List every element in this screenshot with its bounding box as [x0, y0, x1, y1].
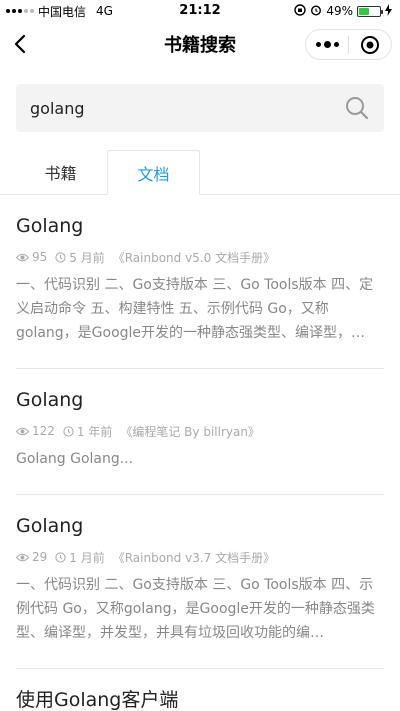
source-book: 《编程笔记 By billryan》: [120, 424, 260, 439]
views-count: 29: [32, 550, 48, 564]
time: 1 年前: [63, 423, 112, 440]
views-count: 95: [32, 250, 48, 264]
views: 29: [16, 550, 47, 564]
search-box[interactable]: [16, 84, 384, 132]
tab-books[interactable]: 书籍: [14, 149, 107, 194]
time: 5 月前: [55, 249, 105, 266]
alarm-icon: [310, 4, 322, 19]
result-item[interactable]: Golang 122 1 年前 《编程笔记 By billryan》 Golan…: [16, 369, 384, 495]
clock-icon: [63, 425, 74, 437]
result-item[interactable]: Golang 95 5 月前 《Rainbond v5.0 文档手册》 一、代码…: [16, 195, 384, 369]
status-bar: 中国电信 4G 21:12 49%: [0, 0, 400, 22]
status-right: 49%: [294, 3, 392, 19]
result-description: 一、代码识别 二、Go支持版本 三、Go Tools版本 四、示例代码 Go，又…: [16, 577, 375, 641]
battery-percent: 49%: [326, 4, 353, 18]
eye-icon: [16, 427, 29, 435]
result-title[interactable]: Golang: [16, 213, 384, 239]
tab-docs[interactable]: 文档: [107, 150, 200, 195]
clock-icon: [55, 251, 66, 263]
carrier-label: 中国电信: [38, 4, 87, 19]
result-meta: 95 5 月前 《Rainbond v5.0 文档手册》: [16, 249, 384, 265]
tab-bar: 书籍 文档: [0, 150, 400, 195]
lock-rotation-icon: [294, 3, 307, 19]
result-title[interactable]: Golang: [16, 387, 384, 413]
more-button[interactable]: [306, 30, 348, 59]
search-button[interactable]: [344, 95, 370, 121]
search-input[interactable]: [30, 98, 344, 118]
back-arrow-icon: [14, 34, 26, 54]
time: 1 月前: [55, 549, 105, 566]
signal-icon: [6, 9, 34, 13]
charging-icon: [385, 3, 392, 19]
views: 95: [16, 250, 47, 264]
result-title[interactable]: 使用Golang客户端: [16, 687, 384, 711]
result-title[interactable]: Golang: [16, 513, 384, 539]
time-ago: 5 月前: [69, 250, 105, 265]
result-item[interactable]: 使用Golang客户端: [16, 669, 384, 711]
search-icon: [346, 97, 369, 120]
views: 122: [16, 424, 55, 438]
nav-bar: 书籍搜索: [0, 22, 400, 66]
clock-icon: [55, 551, 66, 563]
network-label: 4G: [96, 4, 113, 18]
source-book: 《Rainbond v5.0 文档手册》: [112, 250, 276, 265]
result-item[interactable]: Golang 29 1 月前 《Rainbond v3.7 文档手册》 一、代码…: [16, 495, 384, 669]
close-miniprogram-button[interactable]: [349, 30, 391, 59]
time-ago: 1 月前: [69, 550, 105, 565]
eye-icon: [16, 553, 29, 561]
search-area: [0, 66, 400, 132]
source-book: 《Rainbond v3.7 文档手册》: [112, 550, 276, 565]
result-meta: 29 1 月前 《Rainbond v3.7 文档手册》: [16, 549, 384, 565]
views-count: 122: [32, 424, 55, 438]
status-left: 中国电信 4G: [6, 3, 113, 20]
result-meta: 122 1 年前 《编程笔记 By billryan》: [16, 423, 384, 439]
mini-program-capsule: [305, 29, 392, 60]
result-description: Golang Golang...: [16, 451, 134, 467]
back-button[interactable]: [0, 22, 40, 66]
time-ago: 1 年前: [76, 424, 113, 439]
result-list: Golang 95 5 月前 《Rainbond v5.0 文档手册》 一、代码…: [0, 195, 400, 711]
eye-icon: [16, 253, 29, 261]
result-description: 一、代码识别 二、Go支持版本 三、Go Tools版本 四、定义启动命令 五、…: [16, 277, 374, 341]
target-close-icon: [361, 35, 379, 54]
more-dots-icon: [315, 41, 339, 48]
battery-icon: [357, 5, 383, 17]
